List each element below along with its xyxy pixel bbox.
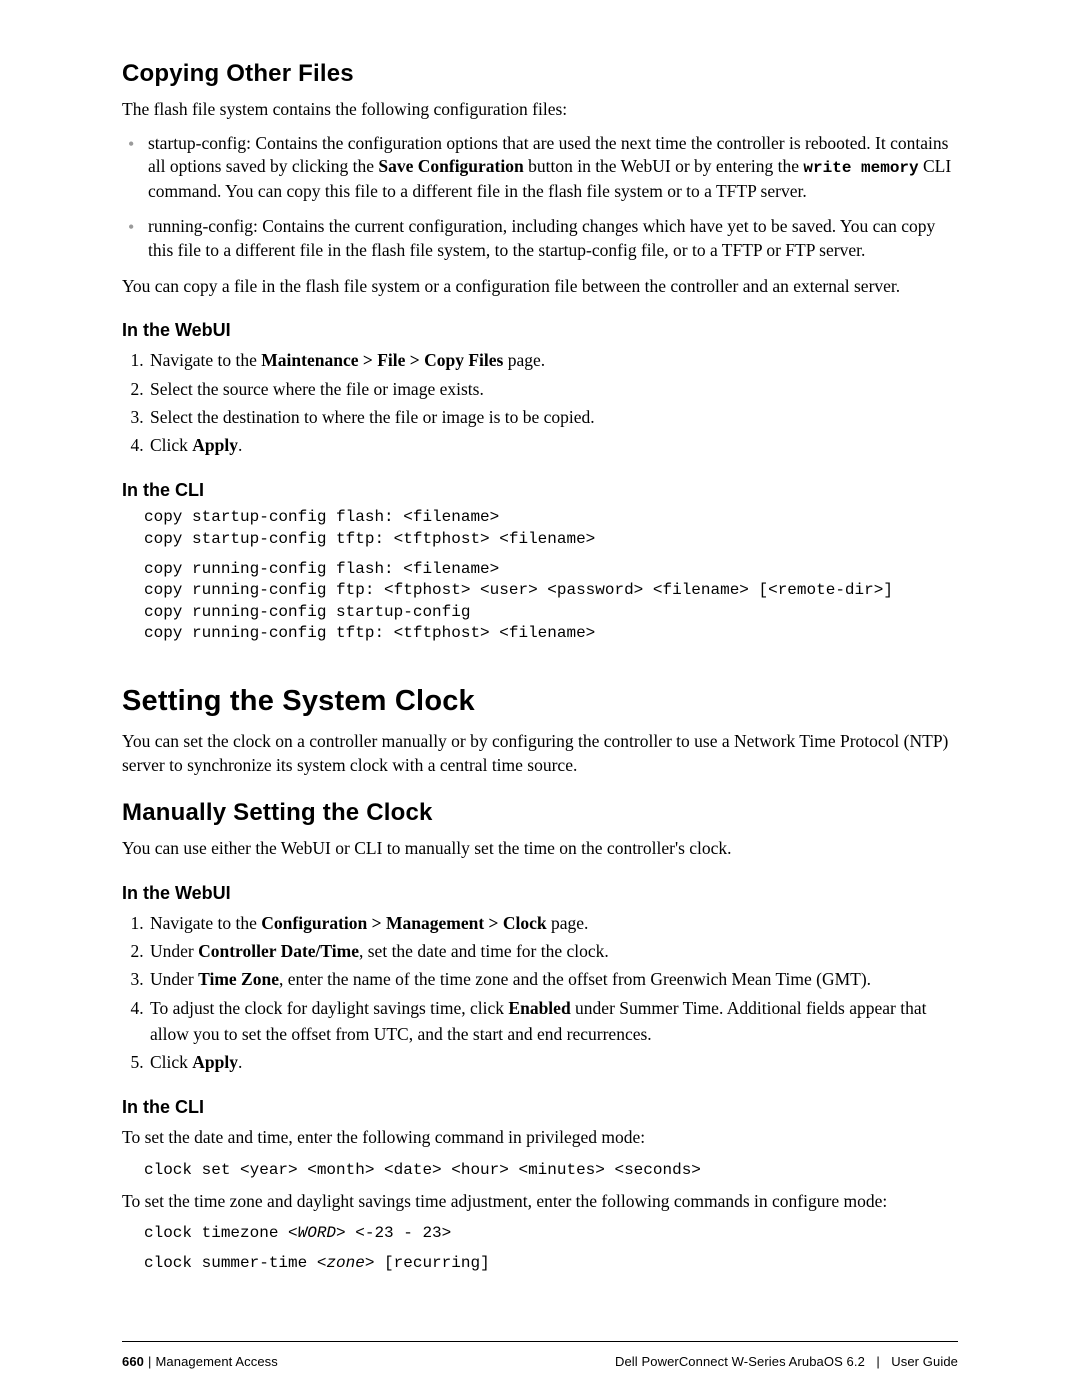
code-text: write memory — [803, 159, 918, 177]
list-item: Click Apply. — [148, 1049, 958, 1075]
text: . — [238, 1052, 242, 1072]
bold-text: Controller Date/Time — [198, 941, 359, 961]
document-page: Copying Other Files The flash file syste… — [0, 0, 1080, 1397]
separator: | — [865, 1354, 891, 1369]
paragraph: You can set the clock on a controller ma… — [122, 730, 958, 777]
text: , enter the name of the time zone and th… — [279, 969, 871, 989]
bold-text: Apply — [192, 435, 238, 455]
list-item: To adjust the clock for daylight savings… — [148, 995, 958, 1048]
bold-text: Maintenance > File > Copy Files — [261, 350, 503, 370]
text: button in the WebUI or by entering the — [524, 156, 804, 176]
text: > [recurring] — [365, 1254, 490, 1272]
footer-product: Dell PowerConnect W-Series ArubaOS 6.2 — [615, 1354, 865, 1369]
text: clock timezone < — [144, 1224, 298, 1242]
paragraph: To set the date and time, enter the foll… — [122, 1126, 958, 1150]
page-footer: 660|Management Access Dell PowerConnect … — [122, 1354, 958, 1369]
paragraph: To set the time zone and daylight saving… — [122, 1190, 958, 1214]
heading-manually-setting-clock: Manually Setting the Clock — [122, 799, 958, 827]
footer-doc-type: User Guide — [891, 1354, 958, 1369]
footer-chapter: Management Access — [155, 1354, 277, 1369]
footer-rule — [122, 1341, 958, 1342]
code-block: copy startup-config flash: <filename> co… — [144, 507, 958, 550]
heading-in-the-webui: In the WebUI — [122, 883, 958, 904]
list-item: Under Time Zone, enter the name of the t… — [148, 966, 958, 992]
heading-in-the-cli: In the CLI — [122, 1097, 958, 1118]
list-item: Select the source where the file or imag… — [148, 376, 958, 402]
text: Under — [150, 941, 198, 961]
text: Click — [150, 435, 192, 455]
list-item: running-config: Contains the current con… — [122, 215, 958, 262]
text: , set the date and time for the clock. — [359, 941, 609, 961]
code-block: clock set <year> <month> <date> <hour> <… — [144, 1160, 958, 1182]
bold-text: Configuration > Management > Clock — [261, 913, 546, 933]
list-item: Navigate to the Maintenance > File > Cop… — [148, 347, 958, 373]
list-item: Click Apply. — [148, 432, 958, 458]
list-item: Select the destination to where the file… — [148, 404, 958, 430]
paragraph: The flash file system contains the follo… — [122, 98, 958, 122]
italic-text: WORD — [298, 1224, 336, 1242]
text: Under — [150, 969, 198, 989]
bold-text: Save Configuration — [378, 156, 523, 176]
text: page. — [547, 913, 589, 933]
footer-right: Dell PowerConnect W-Series ArubaOS 6.2 |… — [615, 1354, 958, 1369]
footer-left: 660|Management Access — [122, 1354, 278, 1369]
bullet-list: startup-config: Contains the configurati… — [122, 132, 958, 263]
text: Navigate to the — [150, 913, 261, 933]
text: Navigate to the — [150, 350, 261, 370]
bold-text: Time Zone — [198, 969, 279, 989]
heading-in-the-webui: In the WebUI — [122, 320, 958, 341]
separator: | — [144, 1354, 155, 1369]
text: page. — [503, 350, 545, 370]
text: . — [238, 435, 242, 455]
heading-in-the-cli: In the CLI — [122, 480, 958, 501]
page-number: 660 — [122, 1354, 144, 1369]
heading-setting-system-clock: Setting the System Clock — [122, 685, 958, 718]
paragraph: You can copy a file in the flash file sy… — [122, 275, 958, 299]
text: To adjust the clock for daylight savings… — [150, 998, 508, 1018]
list-item: Under Controller Date/Time, set the date… — [148, 938, 958, 964]
text: Click — [150, 1052, 192, 1072]
text: > <-23 - 23> — [336, 1224, 451, 1242]
paragraph: You can use either the WebUI or CLI to m… — [122, 837, 958, 861]
code-block: clock timezone <WORD> <-23 - 23> — [144, 1223, 958, 1245]
code-block: clock summer-time <zone> [recurring] — [144, 1253, 958, 1275]
list-item: Navigate to the Configuration > Manageme… — [148, 910, 958, 936]
ordered-list: Navigate to the Maintenance > File > Cop… — [122, 347, 958, 458]
list-item: startup-config: Contains the configurati… — [122, 132, 958, 204]
bold-text: Enabled — [508, 998, 570, 1018]
italic-text: zone — [326, 1254, 364, 1272]
ordered-list: Navigate to the Configuration > Manageme… — [122, 910, 958, 1076]
bold-text: Apply — [192, 1052, 238, 1072]
text: clock summer-time < — [144, 1254, 326, 1272]
code-block: copy running-config flash: <filename> co… — [144, 559, 958, 645]
heading-copying-other-files: Copying Other Files — [122, 60, 958, 88]
